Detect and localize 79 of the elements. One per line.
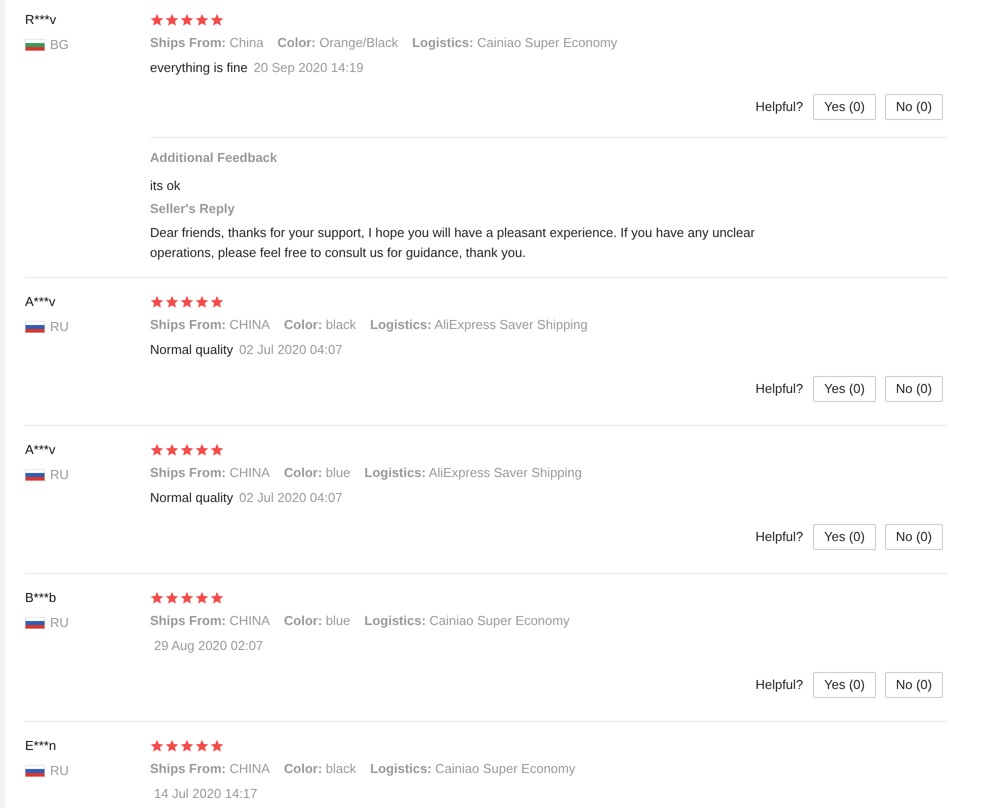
reviewer-name: A***v	[25, 293, 56, 311]
reviewer-name: B***b	[25, 589, 58, 607]
star-icon	[195, 739, 209, 753]
star-icon	[195, 591, 209, 605]
vote-button[interactable]: Yes (0)	[813, 94, 876, 120]
star-icon	[150, 295, 164, 309]
review-date: 02 Jul 2020 04:07	[239, 489, 342, 507]
star-icon	[150, 13, 164, 27]
vote-button[interactable]: No (0)	[884, 94, 943, 120]
seller-reply-text: Dear friends, thanks for your support, I hope you will have a pleasant experience. If you have any unclear operations, please feel free to consult us for guidance, thank you.	[150, 224, 756, 262]
review-date: 29 Aug 2020 02:07	[154, 637, 264, 655]
product-attribute: Logistics: Cainiao Super Economy	[412, 34, 618, 52]
star-icon	[180, 591, 194, 605]
review-date: 20 Sep 2020 14:19	[254, 59, 364, 77]
product-attribute: Color: black	[284, 316, 356, 334]
product-attribute: Ships From: CHINA	[150, 760, 270, 778]
star-icon	[210, 295, 224, 309]
vote-button[interactable]: Yes (0)	[813, 376, 876, 402]
product-attribute: Logistics: Cainiao Super Economy	[370, 760, 576, 778]
star-icon	[150, 591, 164, 605]
star-icon	[150, 443, 164, 457]
reviewer-name: R***v	[25, 11, 58, 29]
flag-icon	[25, 321, 45, 333]
product-attribute: Logistics: AliExpress Saver Shipping	[364, 464, 582, 482]
star-icon	[165, 443, 179, 457]
star-icon	[180, 295, 194, 309]
flag-icon	[25, 39, 45, 51]
product-attribute: Ships From: CHINA	[150, 464, 270, 482]
product-attribute: Color: Orange/Black	[277, 34, 398, 52]
star-icon	[210, 443, 224, 457]
flag-icon	[25, 765, 45, 777]
star-icon	[180, 443, 194, 457]
country-code: BG	[50, 36, 69, 54]
star-icon	[165, 591, 179, 605]
star-icon	[165, 13, 179, 27]
product-attribute: Ships From: China	[150, 34, 264, 52]
star-icon	[210, 739, 224, 753]
review-text: Normal quality	[150, 489, 234, 507]
product-attribute: Color: blue	[284, 612, 350, 630]
star-icon	[195, 295, 209, 309]
review-text: Normal quality	[150, 341, 234, 359]
vote-button[interactable]: Yes (0)	[813, 524, 876, 550]
country-code: RU	[50, 614, 69, 632]
review-date: 14 Jul 2020 14:17	[154, 785, 258, 803]
product-attribute: Logistics: Cainiao Super Economy	[364, 612, 570, 630]
reviewer-name: A***v	[25, 441, 56, 459]
vote-button[interactable]: No (0)	[884, 524, 943, 550]
star-icon	[195, 13, 209, 27]
product-attribute: Ships From: CHINA	[150, 612, 270, 630]
helpful-label: Helpful?	[755, 380, 804, 398]
review-date: 02 Jul 2020 04:07	[239, 341, 342, 359]
vote-button[interactable]: Yes (0)	[813, 672, 876, 698]
star-icon	[180, 739, 194, 753]
star-icon	[195, 443, 209, 457]
reviewer-name: E***n	[25, 737, 58, 755]
star-icon	[165, 739, 179, 753]
star-icon	[210, 13, 224, 27]
country-code: RU	[50, 466, 69, 484]
star-icon	[150, 739, 164, 753]
helpful-label: Helpful?	[755, 98, 804, 116]
product-attribute: Ships From: CHINA	[150, 316, 270, 334]
flag-icon	[25, 617, 45, 629]
star-icon	[180, 13, 194, 27]
flag-icon	[25, 469, 45, 481]
helpful-label: Helpful?	[755, 528, 804, 546]
product-attribute: Logistics: AliExpress Saver Shipping	[370, 316, 588, 334]
section-heading: Additional Feedback	[150, 149, 278, 167]
country-code: RU	[50, 318, 69, 336]
vote-button[interactable]: No (0)	[884, 376, 943, 402]
product-attribute: Color: blue	[284, 464, 350, 482]
star-icon	[165, 295, 179, 309]
vote-button[interactable]: No (0)	[884, 672, 943, 698]
review-text: everything is fine	[150, 59, 248, 77]
section-heading: Seller's Reply	[150, 200, 236, 218]
country-code: RU	[50, 762, 69, 780]
product-attribute: Color: black	[284, 760, 356, 778]
feedback-text: its ok	[150, 177, 182, 195]
star-icon	[210, 591, 224, 605]
helpful-label: Helpful?	[755, 676, 804, 694]
